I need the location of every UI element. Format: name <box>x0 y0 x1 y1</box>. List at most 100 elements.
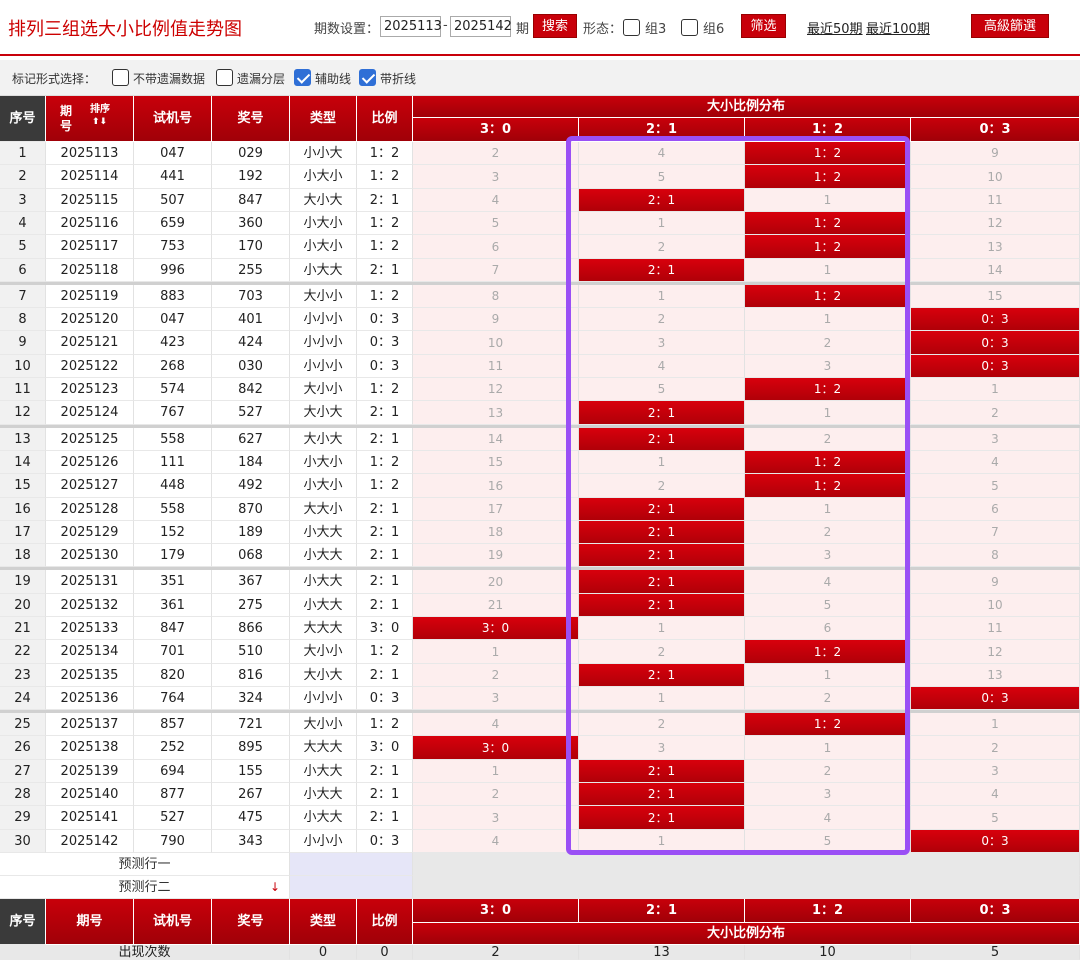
row-period: 2025120 <box>46 308 134 331</box>
dist-miss-cell: 5 <box>579 165 745 189</box>
row-ratio: 0：3 <box>357 687 413 710</box>
dist-hit-cell: 2：1 <box>579 570 745 594</box>
row-index: 24 <box>0 687 46 710</box>
predict-row-1-type <box>290 853 413 876</box>
row-type: 大小大 <box>290 401 357 425</box>
dist-hit-cell: 2：1 <box>579 594 745 617</box>
option-missing-layer-checkbox[interactable] <box>216 69 233 86</box>
row-index: 17 <box>0 521 46 544</box>
row-period: 2025127 <box>46 474 134 498</box>
dist-miss-cell: 12 <box>413 378 579 401</box>
dist-miss-cell: 10 <box>911 594 1080 617</box>
dist-miss-cell: 5 <box>745 594 911 617</box>
row-period: 2025135 <box>46 664 134 687</box>
dist-miss-cell: 7 <box>413 259 579 282</box>
footer-draw: 奖号 <box>212 899 290 945</box>
dist-miss-cell: 1 <box>579 285 745 308</box>
row-draw: 360 <box>212 212 290 235</box>
row-type: 大小小 <box>290 713 357 736</box>
row-period: 2025114 <box>46 165 134 189</box>
row-index: 29 <box>0 806 46 830</box>
row-ratio: 0：3 <box>357 308 413 331</box>
dist-miss-cell: 1 <box>745 664 911 687</box>
search-button[interactable]: 搜索 <box>533 14 577 38</box>
period-from-input[interactable]: 2025113 <box>380 16 442 37</box>
dist-hit-cell: 1：2 <box>745 285 911 308</box>
option-no-missing-label: 不带遗漏数据 <box>133 72 206 86</box>
predict-row-2-dist <box>413 876 1080 899</box>
row-type: 大大大 <box>290 736 357 760</box>
row-period: 2025141 <box>46 806 134 830</box>
group3-label: 组3 <box>645 22 667 37</box>
dist-miss-cell: 1 <box>745 736 911 760</box>
row-draw: 492 <box>212 474 290 498</box>
row-draw: 068 <box>212 544 290 567</box>
row-period: 2025138 <box>46 736 134 760</box>
header-trial: 试机号 <box>134 96 212 142</box>
footer-dist-col: 0：3 <box>911 899 1080 923</box>
row-trial: 268 <box>134 355 212 378</box>
row-type: 小大小 <box>290 165 357 189</box>
dist-miss-cell: 2 <box>911 401 1080 425</box>
row-period: 2025142 <box>46 830 134 853</box>
dist-miss-cell: 8 <box>413 285 579 308</box>
row-type: 大小小 <box>290 378 357 401</box>
row-period: 2025137 <box>46 713 134 736</box>
dist-miss-cell: 10 <box>413 331 579 355</box>
group6-checkbox[interactable] <box>681 19 698 36</box>
footer-dist-col: 3：0 <box>413 899 579 923</box>
filter-button[interactable]: 筛选 <box>741 14 786 38</box>
row-draw: 703 <box>212 285 290 308</box>
row-index: 30 <box>0 830 46 853</box>
row-index: 26 <box>0 736 46 760</box>
dist-miss-cell: 11 <box>911 189 1080 212</box>
row-type: 小小小 <box>290 355 357 378</box>
occurrence-ratio: 0 <box>357 945 413 960</box>
dist-miss-cell: 18 <box>413 521 579 544</box>
row-trial: 659 <box>134 212 212 235</box>
dist-miss-cell: 4 <box>579 355 745 378</box>
row-ratio: 2：1 <box>357 806 413 830</box>
predict-arrow-icon[interactable]: ↓ <box>268 876 282 899</box>
row-period: 2025116 <box>46 212 134 235</box>
dist-miss-cell: 1 <box>413 640 579 664</box>
recent-100-link[interactable]: 最近100期 <box>866 18 930 37</box>
period-to-input[interactable]: 2025142 <box>450 16 512 37</box>
dist-miss-cell: 9 <box>413 308 579 331</box>
dist-miss-cell: 15 <box>413 451 579 474</box>
sort-arrows-icon[interactable]: ⬆⬇ <box>92 118 107 127</box>
dist-miss-cell: 15 <box>911 285 1080 308</box>
occurrence-type: 0 <box>290 945 357 960</box>
row-type: 小大小 <box>290 212 357 235</box>
dist-miss-cell: 3 <box>413 687 579 710</box>
row-type: 大大大 <box>290 617 357 640</box>
dist-miss-cell: 21 <box>413 594 579 617</box>
header-dist-col: 0：3 <box>911 118 1080 142</box>
row-draw: 895 <box>212 736 290 760</box>
row-draw: 324 <box>212 687 290 710</box>
option-polyline-checkbox[interactable] <box>359 69 376 86</box>
sort-button[interactable]: 排序 <box>90 105 110 115</box>
row-index: 14 <box>0 451 46 474</box>
dist-miss-cell: 2 <box>745 331 911 355</box>
predict-row-1-dist <box>413 853 1080 876</box>
group3-checkbox[interactable] <box>623 19 640 36</box>
row-index: 15 <box>0 474 46 498</box>
row-period: 2025119 <box>46 285 134 308</box>
header-dist-col: 2：1 <box>579 118 745 142</box>
option-guide-line-checkbox[interactable] <box>294 69 311 86</box>
row-trial: 857 <box>134 713 212 736</box>
recent-50-link[interactable]: 最近50期 <box>807 18 863 37</box>
row-draw: 155 <box>212 760 290 783</box>
row-period: 2025122 <box>46 355 134 378</box>
row-trial: 448 <box>134 474 212 498</box>
dist-hit-cell: 2：1 <box>579 498 745 521</box>
advanced-filter-button[interactable]: 高級篩選 <box>971 14 1049 38</box>
dist-miss-cell: 1 <box>745 401 911 425</box>
row-ratio: 2：1 <box>357 760 413 783</box>
row-draw: 275 <box>212 594 290 617</box>
dist-miss-cell: 1 <box>745 498 911 521</box>
row-period: 2025140 <box>46 783 134 806</box>
row-draw: 267 <box>212 783 290 806</box>
option-no-missing-checkbox[interactable] <box>112 69 129 86</box>
